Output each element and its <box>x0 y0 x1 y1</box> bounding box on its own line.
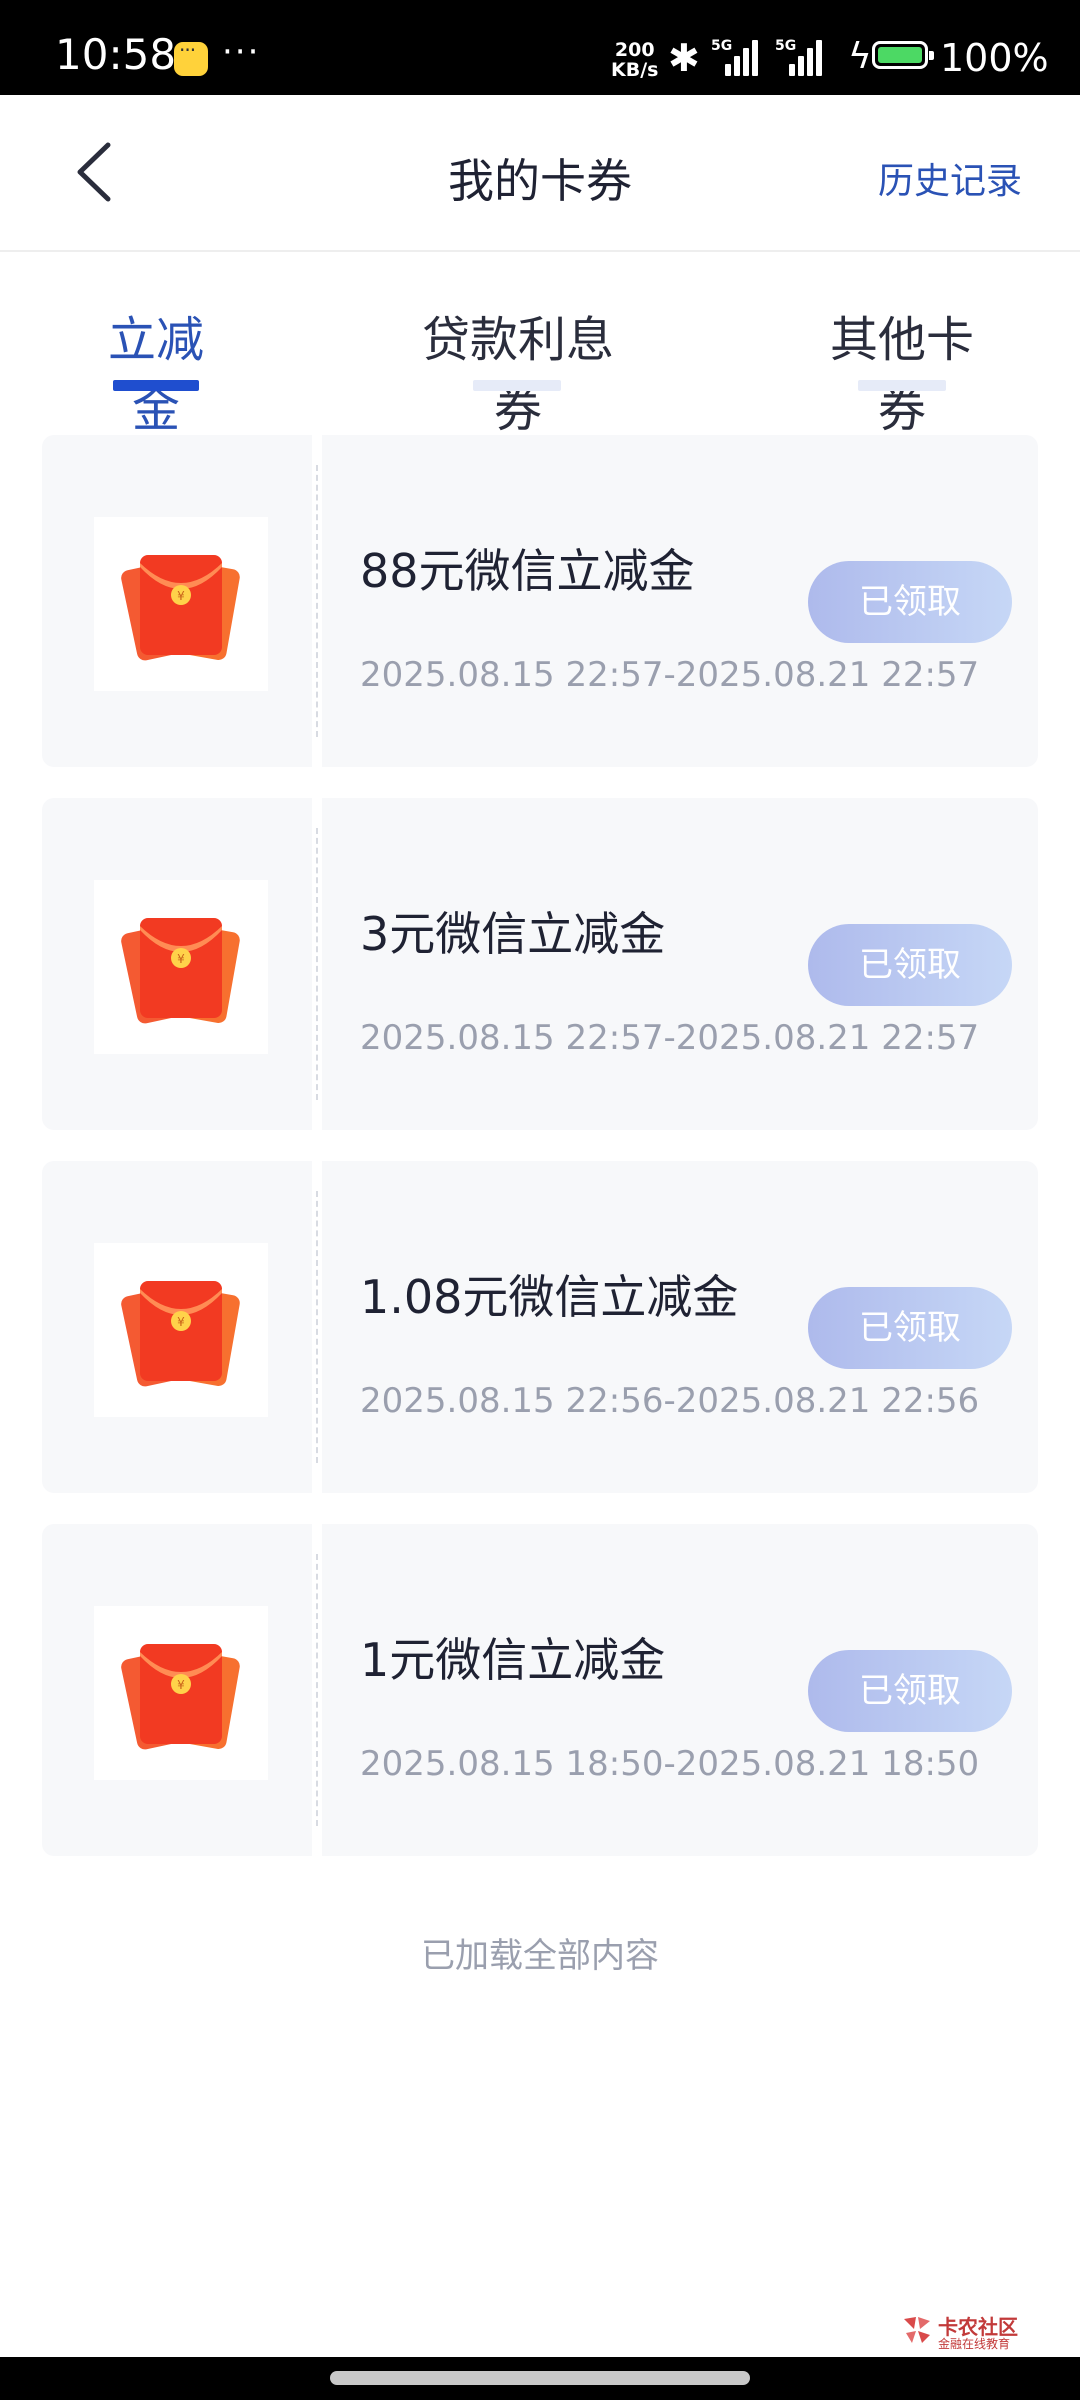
more-notifications-icon: ··· <box>222 32 261 72</box>
coupon-title: 3元微信立减金 <box>360 907 666 961</box>
charging-icon: ϟ <box>848 36 872 77</box>
tab-instant-discount[interactable]: 立减金 <box>90 300 222 440</box>
claimed-button[interactable]: 已领取 <box>808 924 1012 1006</box>
coupon-card-left: ¥ <box>42 435 312 767</box>
status-bar: 10:58 ··· 200 KB/s ✱ 5G 5G ϟ 100% <box>0 0 1080 95</box>
watermark: 卡农社区 金融在线教育 <box>900 2309 1030 2351</box>
claimed-button[interactable]: 已领取 <box>808 1287 1012 1369</box>
claimed-button[interactable]: 已领取 <box>808 561 1012 643</box>
network-speed-unit: KB/s <box>611 59 659 81</box>
tab-indicator <box>858 380 946 391</box>
svg-text:¥: ¥ <box>177 952 185 966</box>
red-envelope-icon: ¥ <box>94 517 268 691</box>
red-envelope-icon: ¥ <box>94 880 268 1054</box>
coupon-card-left: ¥ <box>42 1161 312 1493</box>
red-envelope-icon: ¥ <box>94 1606 268 1780</box>
coupon-title: 1元微信立减金 <box>360 1633 666 1687</box>
coupon-divider <box>316 828 318 1100</box>
battery-percentage: 100% <box>940 36 1049 80</box>
network-speed: 200 KB/s <box>611 40 658 80</box>
signal-icon: 5G <box>711 38 758 76</box>
network-type-label: 5G <box>711 38 733 54</box>
coupon-divider <box>316 465 318 737</box>
history-link[interactable]: 历史记录 <box>878 152 1022 204</box>
gesture-handle[interactable] <box>330 2371 750 2385</box>
tab-bar: 立减金 贷款利息券 其他卡券 <box>0 250 1080 438</box>
list-end-note: 已加载全部内容 <box>421 1936 659 1976</box>
bluetooth-icon: ✱ <box>668 36 700 80</box>
tab-indicator <box>473 380 561 391</box>
coupon-card-left: ¥ <box>42 798 312 1130</box>
coupon-card[interactable]: ¥ 88元微信立减金 2025.08.15 22:57-2025.08.21 2… <box>42 435 1038 767</box>
coupon-title: 88元微信立减金 <box>360 544 695 598</box>
signal-icon: 5G <box>775 38 822 76</box>
battery-icon <box>872 41 934 69</box>
coupon-validity: 2025.08.15 22:56-2025.08.21 22:56 <box>360 1381 980 1421</box>
red-envelope-icon: ¥ <box>121 555 240 661</box>
coupon-title: 1.08元微信立减金 <box>360 1270 739 1324</box>
coupon-validity: 2025.08.15 18:50-2025.08.21 18:50 <box>360 1744 980 1784</box>
watermark-subtitle: 金融在线教育 <box>938 2337 1011 2351</box>
svg-text:¥: ¥ <box>177 1315 185 1329</box>
status-time: 10:58 <box>55 30 177 79</box>
svg-text:¥: ¥ <box>177 589 185 603</box>
red-envelope-icon: ¥ <box>121 1644 240 1750</box>
messaging-app-icon <box>174 38 208 76</box>
red-envelope-icon: ¥ <box>121 918 240 1024</box>
claimed-button[interactable]: 已领取 <box>808 1650 1012 1732</box>
coupon-card[interactable]: ¥ 3元微信立减金 2025.08.15 22:57-2025.08.21 22… <box>42 798 1038 1130</box>
red-envelope-icon: ¥ <box>121 1281 240 1387</box>
coupon-card-left: ¥ <box>42 1524 312 1856</box>
tab-loan-interest-coupon[interactable]: 贷款利息券 <box>400 300 636 440</box>
coupon-divider <box>316 1554 318 1826</box>
tab-other-coupons[interactable]: 其他卡券 <box>808 300 996 440</box>
coupon-validity: 2025.08.15 22:57-2025.08.21 22:57 <box>360 655 980 695</box>
coupon-card[interactable]: ¥ 1.08元微信立减金 2025.08.15 22:56-2025.08.21… <box>42 1161 1038 1493</box>
red-envelope-icon: ¥ <box>94 1243 268 1417</box>
network-type-label: 5G <box>775 38 797 54</box>
coupon-validity: 2025.08.15 22:57-2025.08.21 22:57 <box>360 1018 980 1058</box>
community-logo-icon <box>904 2317 930 2343</box>
coupon-divider <box>316 1191 318 1463</box>
svg-text:¥: ¥ <box>177 1678 185 1692</box>
network-speed-value: 200 <box>614 39 655 61</box>
coupon-card[interactable]: ¥ 1元微信立减金 2025.08.15 18:50-2025.08.21 18… <box>42 1524 1038 1856</box>
tab-indicator-active <box>113 380 199 391</box>
nav-bar: 我的卡券 历史记录 <box>0 95 1080 252</box>
